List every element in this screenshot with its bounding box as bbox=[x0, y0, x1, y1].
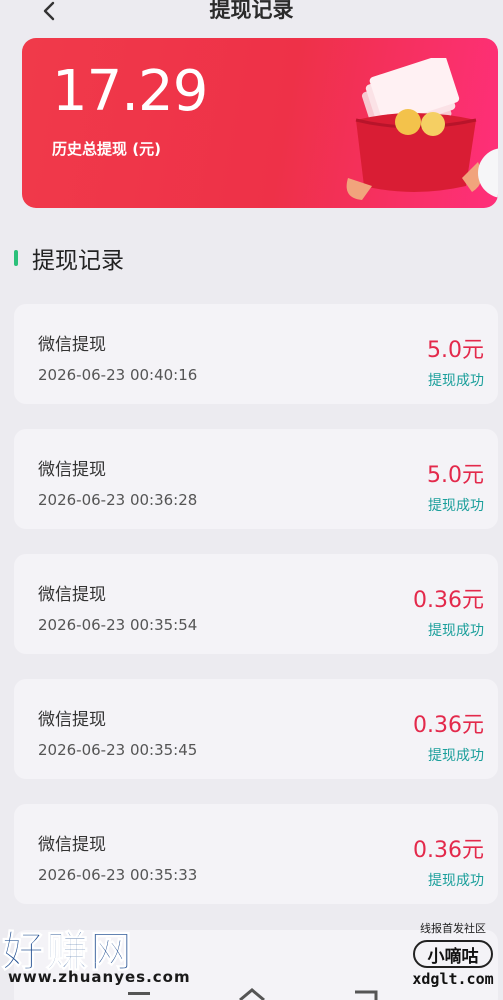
record-amount: 5.0元 bbox=[427, 463, 484, 488]
watermark-slogan: 线报首发社区 bbox=[420, 922, 486, 935]
record-title: 微信提现 bbox=[38, 835, 106, 855]
site-watermark-right: 线报首发社区 小嘀咕 xdglt.com bbox=[403, 918, 503, 990]
record-title: 微信提现 bbox=[38, 460, 106, 480]
record-amount: 0.36元 bbox=[413, 588, 484, 613]
total-withdraw-amount: 17.29 bbox=[52, 59, 208, 124]
record-status: 提现成功 bbox=[428, 373, 484, 389]
home-icon bbox=[239, 988, 265, 1000]
watermark-url: www.zhuanyes.com bbox=[8, 968, 191, 986]
section-accent-bar bbox=[14, 250, 18, 266]
record-time: 2026-06-23 00:35:33 bbox=[38, 866, 198, 884]
withdraw-record[interactable]: 微信提现 2026-06-23 00:36:28 5.0元 提现成功 bbox=[14, 429, 498, 529]
section-title: 提现记录 bbox=[32, 248, 124, 274]
record-status: 提现成功 bbox=[428, 498, 484, 514]
record-amount: 0.36元 bbox=[413, 838, 484, 863]
site-watermark-left: 好赚网 www.zhuanyes.com bbox=[0, 918, 200, 988]
recent-apps-icon bbox=[128, 992, 150, 995]
withdraw-record[interactable]: 微信提现 2026-06-23 00:35:54 0.36元 提现成功 bbox=[14, 554, 498, 654]
top-nav-bar: 提现记录 bbox=[0, 0, 503, 34]
withdraw-record[interactable]: 微信提现 2026-06-23 00:35:33 0.36元 提现成功 bbox=[14, 804, 498, 904]
record-time: 2026-06-23 00:35:45 bbox=[38, 741, 198, 759]
watermark-badge: 小嘀咕 bbox=[413, 940, 493, 968]
record-title: 微信提现 bbox=[38, 710, 106, 730]
record-time: 2026-06-23 00:36:28 bbox=[38, 491, 198, 509]
record-amount: 5.0元 bbox=[427, 338, 484, 363]
record-time: 2026-06-23 00:35:54 bbox=[38, 616, 198, 634]
record-amount: 0.36元 bbox=[413, 713, 484, 738]
withdraw-record[interactable]: 微信提现 2026-06-23 00:40:16 5.0元 提现成功 bbox=[14, 304, 498, 404]
total-withdraw-label: 历史总提现 (元) bbox=[52, 140, 161, 158]
record-title: 微信提现 bbox=[38, 335, 106, 355]
record-status: 提现成功 bbox=[428, 748, 484, 764]
money-bag-illustration bbox=[346, 58, 482, 200]
back-nav-icon bbox=[355, 990, 378, 1000]
record-status: 提现成功 bbox=[428, 623, 484, 639]
record-time: 2026-06-23 00:40:16 bbox=[38, 366, 198, 384]
system-nav-bar bbox=[128, 988, 378, 1000]
withdraw-summary-card: 17.29 历史总提现 (元) bbox=[22, 38, 498, 208]
withdraw-record[interactable]: 微信提现 2026-06-23 00:35:45 0.36元 提现成功 bbox=[14, 679, 498, 779]
section-header: 提现记录 bbox=[14, 243, 124, 274]
record-title: 微信提现 bbox=[38, 585, 106, 605]
page-title: 提现记录 bbox=[209, 0, 294, 22]
record-status: 提现成功 bbox=[428, 873, 484, 889]
